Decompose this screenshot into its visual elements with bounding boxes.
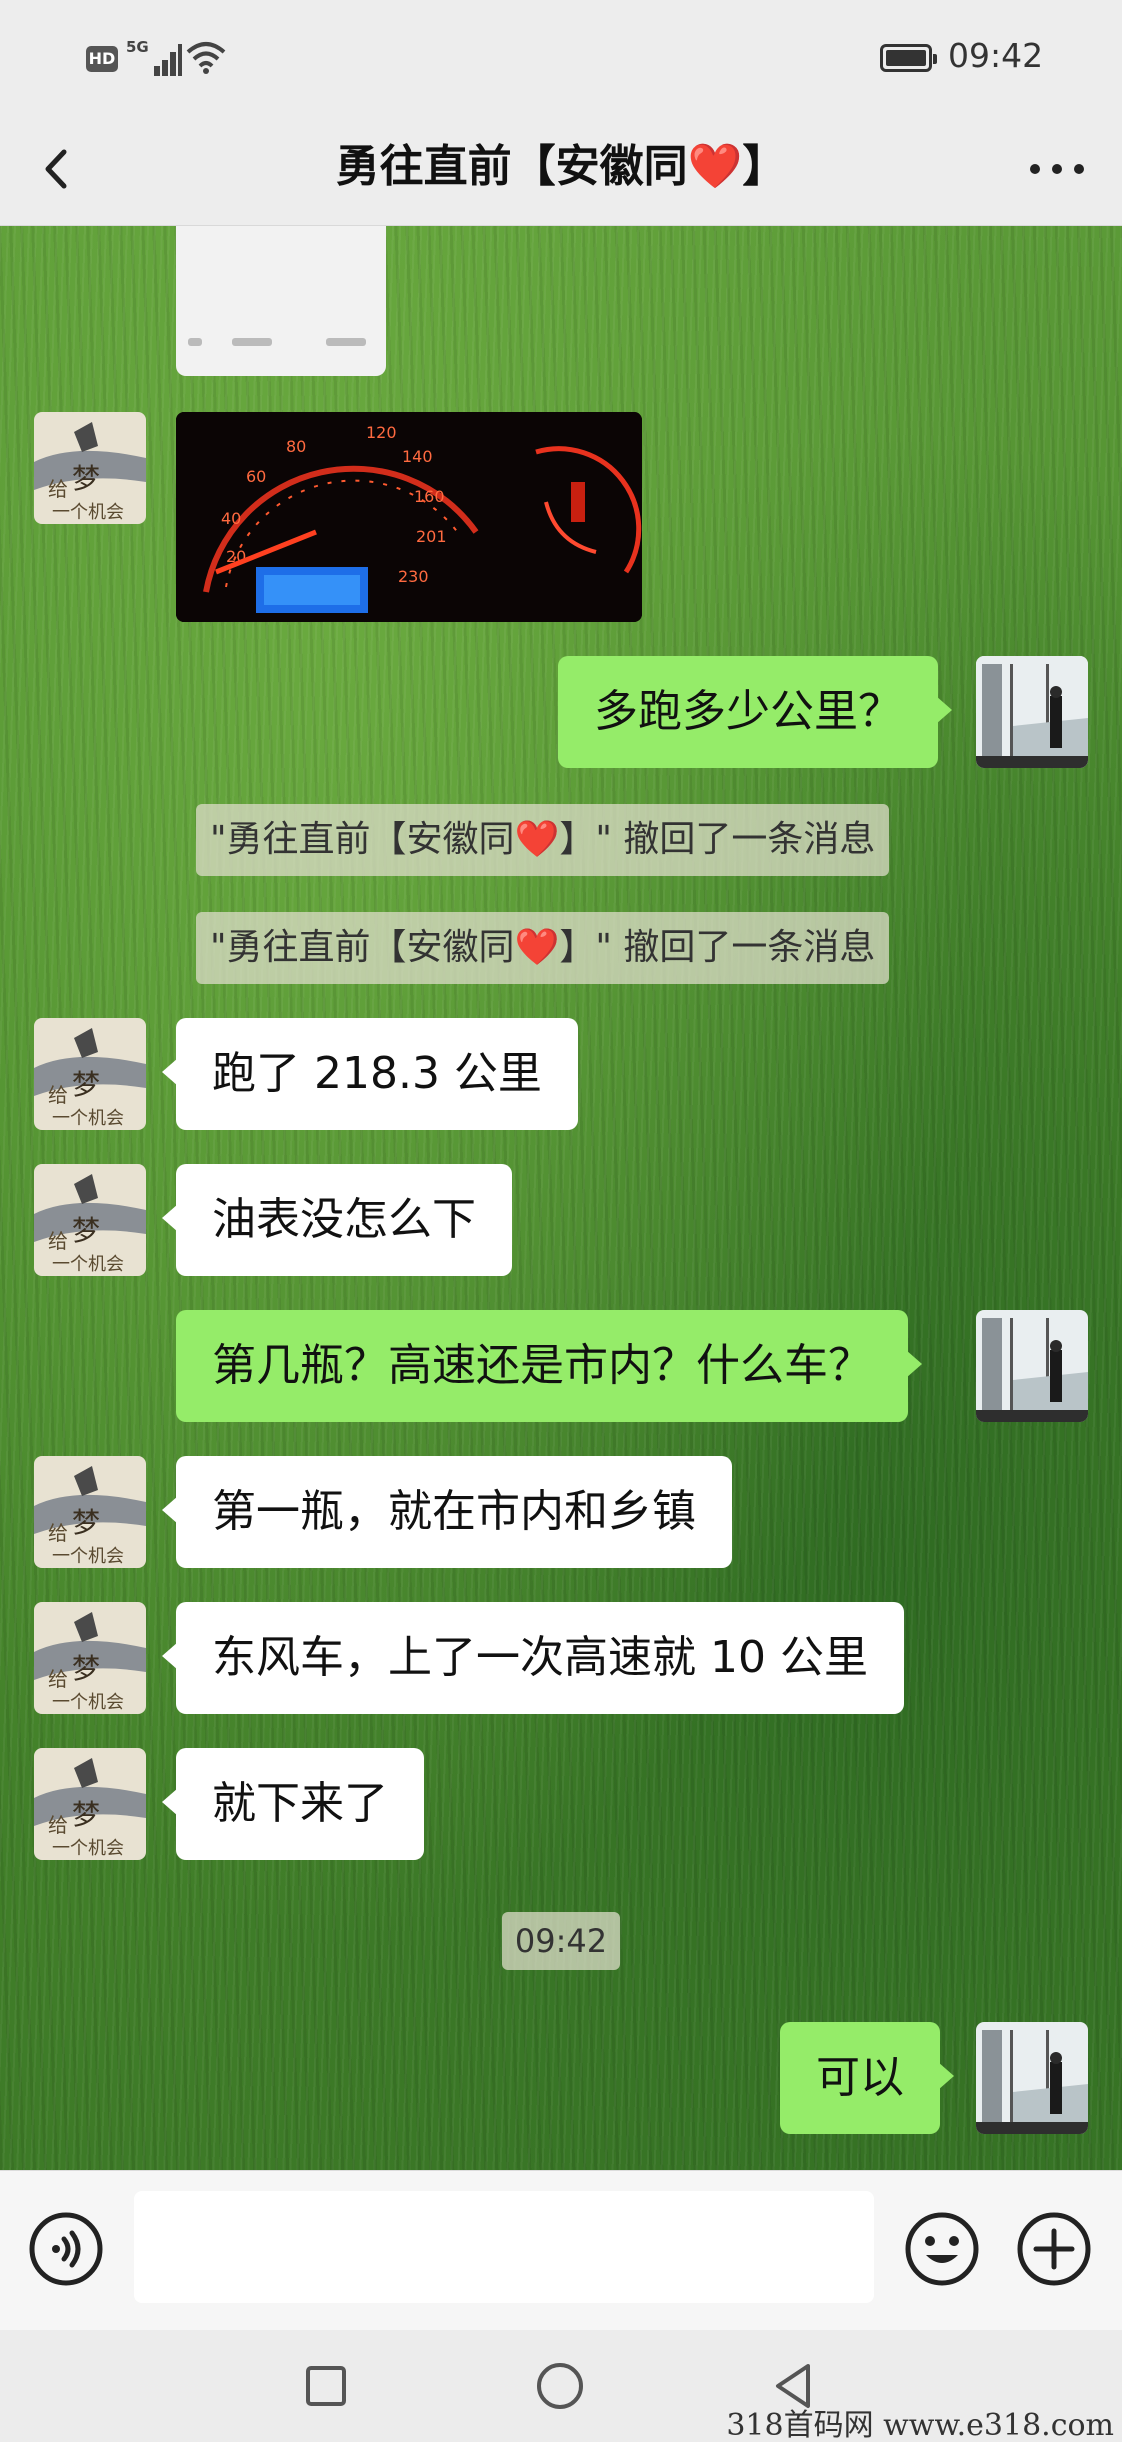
input-bar — [0, 2170, 1122, 2330]
contact-avatar[interactable]: 给 梦 一个机会 — [34, 412, 146, 524]
square-icon[interactable] — [296, 2356, 356, 2416]
hd-badge: HD — [86, 46, 118, 72]
watermark: 318首码网 www.e318.com — [726, 2408, 1114, 2442]
signal-icon — [140, 42, 182, 76]
message-bubble-received[interactable]: 第一瓶，就在市内和乡镇 — [162, 1456, 732, 1568]
svg-text:一个机会: 一个机会 — [52, 1692, 124, 1713]
svg-text:一个机会: 一个机会 — [52, 1254, 124, 1275]
svg-text:给: 给 — [48, 1813, 68, 1837]
svg-text:给: 给 — [48, 1083, 68, 1107]
svg-text:140: 140 — [402, 447, 433, 466]
circle-icon[interactable] — [530, 2356, 590, 2416]
emoji-icon[interactable] — [902, 2209, 982, 2289]
my-avatar[interactable] — [976, 656, 1088, 768]
image-message-dashboard[interactable]: 20 40 60 80 120 140 160 201 230 — [176, 412, 642, 622]
status-bar: HD 5G 09:42 — [0, 0, 1122, 112]
system-nav-bar: 318首码网 www.e318.com — [0, 2330, 1122, 2442]
recall-notice: "勇往直前【安徽同❤️】" 撤回了一条消息 — [196, 912, 890, 984]
svg-text:给: 给 — [48, 1229, 68, 1253]
svg-text:梦: 梦 — [72, 462, 100, 495]
message-bubble-received[interactable]: 跑了 218.3 公里 — [162, 1018, 578, 1130]
message-bubble-received[interactable]: 就下来了 — [162, 1748, 424, 1860]
wifi-icon — [186, 40, 226, 76]
message-input[interactable] — [134, 2191, 874, 2303]
svg-text:梦: 梦 — [72, 1798, 100, 1831]
message-bubble-sent[interactable]: 可以 — [780, 2022, 954, 2134]
my-avatar[interactable] — [976, 2022, 1088, 2134]
svg-text:一个机会: 一个机会 — [52, 1546, 124, 1567]
message-bubble-received[interactable]: 东风车，上了一次高速就 10 公里 — [162, 1602, 904, 1714]
contact-avatar[interactable]: 给 梦 一个机会 — [34, 1164, 146, 1276]
contact-avatar[interactable]: 给 梦 一个机会 — [34, 1456, 146, 1568]
message-bubble-received[interactable]: 油表没怎么下 — [162, 1164, 512, 1276]
svg-text:梦: 梦 — [72, 1652, 100, 1685]
battery-icon — [880, 44, 937, 72]
svg-text:160: 160 — [414, 487, 445, 506]
chat-area[interactable]: 给 梦 一个机会 20 40 60 80 120 140 160 201 230 — [0, 226, 1122, 2170]
contact-avatar[interactable]: 给 梦 一个机会 — [34, 1602, 146, 1714]
svg-text:80: 80 — [286, 437, 306, 456]
svg-text:梦: 梦 — [72, 1214, 100, 1247]
svg-text:120: 120 — [366, 423, 397, 442]
voice-icon[interactable] — [26, 2209, 106, 2289]
chevron-left-icon[interactable] — [30, 132, 100, 206]
status-time: 09:42 — [948, 36, 1044, 75]
my-avatar[interactable] — [976, 1310, 1088, 1422]
svg-text:给: 给 — [48, 477, 68, 501]
svg-text:梦: 梦 — [72, 1506, 100, 1539]
svg-text:60: 60 — [246, 467, 266, 486]
svg-text:230: 230 — [398, 567, 429, 586]
svg-text:一个机会: 一个机会 — [52, 502, 124, 523]
plus-icon[interactable] — [1014, 2209, 1094, 2289]
svg-text:一个机会: 一个机会 — [52, 1108, 124, 1129]
image-message-partial[interactable] — [176, 226, 386, 376]
chat-title: 勇往直前【安徽同❤️】 — [335, 141, 787, 192]
time-divider: 09:42 — [502, 1912, 620, 1970]
svg-text:给: 给 — [48, 1667, 68, 1691]
more-dots-icon[interactable] — [1022, 132, 1092, 206]
svg-text:梦: 梦 — [72, 1068, 100, 1101]
svg-text:40: 40 — [221, 509, 241, 528]
message-bubble-sent[interactable]: 多跑多少公里？ — [558, 656, 952, 768]
recall-notice: "勇往直前【安徽同❤️】" 撤回了一条消息 — [196, 804, 890, 876]
contact-avatar[interactable]: 给 梦 一个机会 — [34, 1748, 146, 1860]
message-bubble-sent[interactable]: 第几瓶？高速还是市内？什么车？ — [176, 1310, 922, 1422]
svg-text:201: 201 — [416, 527, 447, 546]
chat-header: 勇往直前【安徽同❤️】 — [0, 112, 1122, 226]
svg-text:给: 给 — [48, 1521, 68, 1545]
svg-text:一个机会: 一个机会 — [52, 1838, 124, 1859]
contact-avatar[interactable]: 给 梦 一个机会 — [34, 1018, 146, 1130]
